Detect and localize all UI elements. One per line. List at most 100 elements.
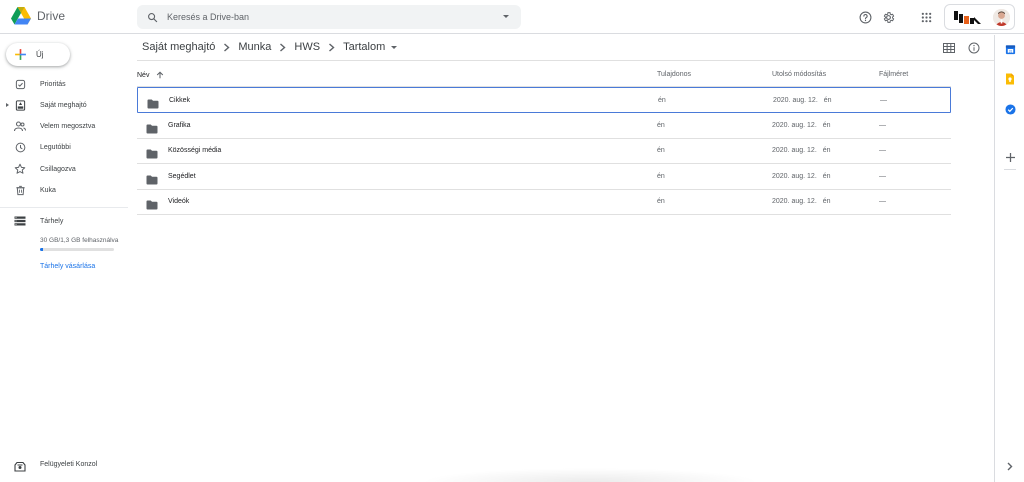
expand-arrow-icon[interactable] <box>6 103 9 107</box>
sidebar-item-label: Tárhely <box>40 217 64 225</box>
file-modified-date: 2020. aug. 12. <box>772 147 817 155</box>
file-modified-by: én <box>822 147 831 155</box>
new-button[interactable]: Új <box>6 43 70 66</box>
chevron-right-icon <box>279 42 286 52</box>
folder-icon <box>146 197 158 215</box>
column-header-owner[interactable]: Tulajdonos <box>657 71 691 78</box>
file-modified-by: én <box>823 97 832 104</box>
recent-clock-icon <box>14 141 26 153</box>
sidebar-item-label: Velem megosztva <box>40 122 96 130</box>
table-row[interactable]: Segédlet én 2020. aug. 12. én — <box>137 164 951 190</box>
sidebar-divider <box>0 207 128 208</box>
file-modified-by: én <box>822 172 831 180</box>
settings-gear-icon[interactable] <box>880 9 896 25</box>
trash-icon <box>14 184 26 196</box>
sidebar-item-my-drive[interactable]: Saját meghajtó <box>0 95 128 115</box>
grid-view-icon[interactable] <box>942 41 956 55</box>
table-row[interactable]: Grafika én 2020. aug. 12. én — <box>137 113 951 139</box>
file-modified-date: 2020. aug. 12. <box>772 172 817 180</box>
file-name: Segédlet <box>168 172 196 180</box>
calendar-icon[interactable]: 31 <box>1004 43 1016 55</box>
folder-icon <box>146 121 158 139</box>
column-header-size[interactable]: Fájlméret <box>879 71 908 78</box>
sidebar-item-label: Csillagozva <box>40 165 76 173</box>
file-modified-date: 2020. aug. 12. <box>772 121 817 129</box>
file-modified: 2020. aug. 12. én <box>772 173 831 180</box>
file-owner: én <box>657 121 665 129</box>
file-size: — <box>880 97 887 104</box>
sidebar-item-recent[interactable]: Legutóbbi <box>0 137 128 157</box>
my-drive-icon <box>14 99 26 111</box>
file-name: Cikkek <box>169 97 191 104</box>
folder-menu-caret-icon[interactable] <box>391 45 398 49</box>
app-name: Drive <box>37 9 66 23</box>
breadcrumb-current[interactable]: Tartalom <box>343 41 385 53</box>
sidebar-item-shared[interactable]: Velem megosztva <box>0 116 128 136</box>
file-name: Közösségi média <box>168 147 222 155</box>
priority-check-icon <box>14 78 26 90</box>
file-name: Videók <box>168 198 190 206</box>
search-options-caret-icon[interactable] <box>503 15 509 18</box>
sidebar-item-label: Prioritás <box>40 80 66 88</box>
sort-arrow-up-icon[interactable] <box>156 71 164 79</box>
sidebar-item-starred[interactable]: Csillagozva <box>0 159 128 179</box>
chevron-right-expand-icon[interactable] <box>1004 460 1016 472</box>
file-name: Grafika <box>168 121 191 129</box>
file-modified-date: 2020. aug. 12. <box>772 198 817 206</box>
table-row[interactable]: Videók én 2020. aug. 12. én — <box>137 189 951 216</box>
sidebar-item-priority[interactable]: Prioritás <box>0 74 128 94</box>
file-modified-by: én <box>822 121 831 129</box>
search-input[interactable] <box>167 12 487 22</box>
file-modified: 2020. aug. 12. én <box>772 147 831 154</box>
column-header-label: Név <box>137 71 150 79</box>
table-row[interactable]: Cikkek én 2020. aug. 12. én — <box>137 87 951 113</box>
side-panel-rail: 31 <box>994 35 1024 482</box>
drive-logo-icon <box>11 7 31 25</box>
file-modified: 2020. aug. 12. én <box>772 198 831 205</box>
search-icon[interactable] <box>147 12 158 23</box>
apps-grid-icon[interactable] <box>918 9 934 25</box>
buy-storage-link[interactable]: Tárhely vásárlása <box>40 263 95 270</box>
breadcrumb-item[interactable]: Munka <box>238 41 271 53</box>
file-modified-date: 2020. aug. 12. <box>773 97 818 104</box>
folder-icon <box>147 96 159 114</box>
file-owner: én <box>657 147 665 155</box>
sidebar-item-storage[interactable]: Tárhely <box>0 211 128 231</box>
account-switcher[interactable] <box>944 4 1015 30</box>
column-header-modified[interactable]: Utolsó módosítás <box>772 71 826 78</box>
storage-icon <box>14 215 26 227</box>
avatar[interactable] <box>993 9 1010 26</box>
file-modified: 2020. aug. 12. én <box>772 122 831 129</box>
chevron-right-icon <box>223 42 230 52</box>
breadcrumb-item[interactable]: Saját meghajtó <box>142 41 215 53</box>
sidebar-item-trash[interactable]: Kuka <box>0 180 128 200</box>
file-owner: én <box>658 97 666 104</box>
info-icon[interactable] <box>967 41 981 55</box>
column-header-name[interactable]: Név <box>137 71 164 79</box>
folder-icon <box>146 146 158 164</box>
svg-text:31: 31 <box>1008 49 1012 53</box>
tasks-icon[interactable] <box>1004 103 1016 115</box>
help-icon[interactable] <box>857 9 873 25</box>
keep-notes-icon[interactable] <box>1004 73 1016 85</box>
storage-usage-fill <box>40 248 44 251</box>
chevron-right-icon <box>328 42 335 52</box>
add-addon-plus-icon[interactable] <box>1004 151 1016 163</box>
storage-usage-bar <box>40 248 114 251</box>
drive-logo[interactable]: Drive <box>11 7 65 25</box>
table-row[interactable]: Közösségi média én 2020. aug. 12. én — <box>137 138 951 165</box>
sidebar-item-admin-console[interactable]: Felügyeleti Konzol <box>0 455 128 475</box>
organization-logo <box>954 11 981 24</box>
shared-with-me-icon <box>14 120 26 132</box>
rail-divider <box>1004 169 1016 170</box>
toolbar-divider <box>137 60 994 61</box>
breadcrumb: Saját meghajtó Munka HWS Tartalom <box>142 40 398 54</box>
sidebar-item-label: Felügyeleti Konzol <box>40 461 98 468</box>
breadcrumb-item[interactable]: HWS <box>294 41 320 53</box>
star-icon <box>14 163 26 175</box>
storage-usage-text: 30 GB/1,3 GB felhasználva <box>40 237 119 244</box>
top-bar: Drive <box>0 0 1024 34</box>
admin-console-icon <box>14 459 26 477</box>
search-bar[interactable] <box>137 5 521 29</box>
bottom-shadow <box>420 468 760 482</box>
